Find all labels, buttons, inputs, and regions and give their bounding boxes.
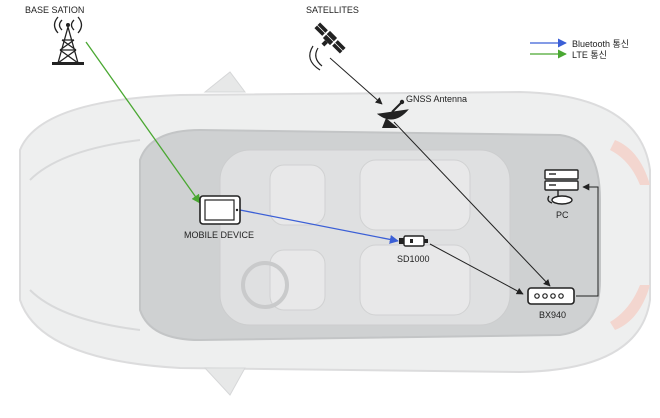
satellites-label: SATELLITES [306, 5, 359, 15]
gnss-antenna-label: GNSS Antenna [406, 94, 468, 104]
base-station-label: BASE SATION [25, 5, 85, 15]
tablet-icon [199, 195, 241, 225]
cell-tower-icon [52, 16, 84, 65]
mobile-device-label: MOBILE DEVICE [184, 230, 255, 240]
receiver-box-icon [527, 287, 575, 305]
bx940-label: BX940 [539, 310, 567, 320]
diagram-canvas: BASE SATION SATELLITES GNSS Antenna MOBI… [0, 0, 660, 418]
usb-dongle-icon [399, 235, 428, 247]
sd1000-label: SD1000 [397, 254, 430, 264]
car-top-view [19, 71, 651, 396]
legend-lte-label: LTE 통신 [572, 50, 607, 60]
diagram-svg [19, 16, 651, 396]
pc-label: PC [556, 210, 569, 220]
legend [530, 38, 567, 59]
satellite-signal-icon [309, 45, 323, 71]
